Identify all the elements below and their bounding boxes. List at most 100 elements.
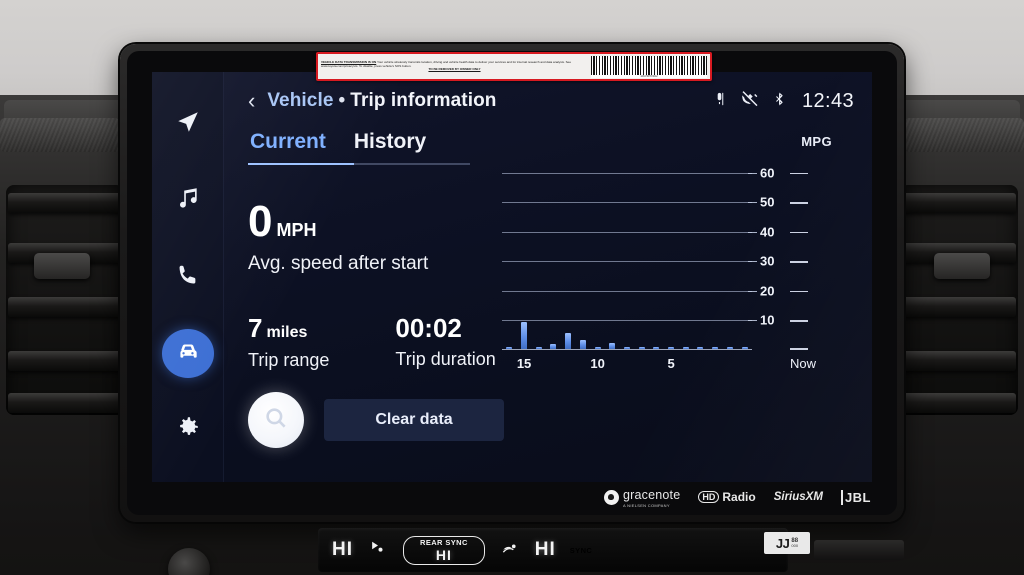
data-transmission-warning-label: VEHICLE DATA TRANSMISSION IS ON Your veh… <box>316 52 712 81</box>
gracenote-logo: gracenote A NIELSEN COMPANY <box>603 486 680 508</box>
chart-bar-slot <box>664 347 679 349</box>
chart-bar <box>668 347 675 349</box>
search-button[interactable] <box>248 392 304 448</box>
breadcrumb: Vehicle • Trip information <box>267 90 496 112</box>
trip-range-label: Trip range <box>248 350 330 370</box>
bluetooth-icon <box>773 90 786 113</box>
warning-text-block: VEHICLE DATA TRANSMISSION IS ON Your veh… <box>321 60 588 73</box>
siriusxm-logo: SiriusXM <box>774 491 823 503</box>
chart-bar <box>653 347 660 349</box>
chart-now-tick <box>790 348 808 350</box>
air-vent-knob-right[interactable] <box>934 253 990 279</box>
siriusxm-label: SiriusXM <box>773 491 823 503</box>
satellite-off-icon <box>740 90 760 113</box>
tab-current[interactable]: Current <box>250 130 326 163</box>
chart-bar-slot <box>708 347 723 349</box>
chart-bar <box>726 347 733 349</box>
chart-x-tick-label: 10 <box>590 356 605 371</box>
avg-speed-unit: MPH <box>276 220 317 240</box>
air-vent-right[interactable] <box>900 185 1018 415</box>
trip-range-value: 7 <box>248 313 263 343</box>
hd-radio-logo: HD Radio <box>698 490 756 504</box>
breadcrumb-primary[interactable]: Vehicle <box>267 90 333 111</box>
screenshot-root: ‹ Vehicle • Trip information 12:43 Curre… <box>0 0 1024 575</box>
air-vent-left[interactable] <box>6 185 124 415</box>
gear-icon <box>175 414 201 445</box>
microphone-muted-icon <box>712 90 727 113</box>
chart-bar-slot <box>531 347 546 349</box>
chart-plot-area <box>502 158 752 350</box>
rear-sync-label: REAR SYNC <box>420 537 468 547</box>
sidebar-item-media[interactable] <box>162 176 214 224</box>
sidebar-item-settings[interactable] <box>162 406 214 454</box>
hd-badge-icon: HD <box>698 491 720 503</box>
chart-x-labels: 15 10 5 <box>502 356 752 374</box>
chart-y-tick-label: 60 <box>760 165 775 181</box>
content-area: ‹ Vehicle • Trip information 12:43 Curre… <box>224 72 872 482</box>
chart-y-tick-label: 40 <box>760 224 775 240</box>
passenger-temp-display: HI <box>534 539 556 560</box>
phone-icon <box>175 262 201 293</box>
air-vent-knob-left[interactable] <box>34 253 90 279</box>
gracenote-sublabel: A NIELSEN COMPANY <box>622 503 670 508</box>
chart-bar-slot <box>590 347 605 349</box>
chart-y-tick-mark <box>748 261 757 263</box>
clear-data-button[interactable]: Clear data <box>324 399 504 441</box>
hvac-control-panel: HI REAR SYNC HI HI SYNC JJ 88 000 <box>318 528 810 572</box>
avg-speed-row: 0 MPH <box>248 200 496 244</box>
jbl-label: JBL <box>840 489 871 505</box>
sidebar-item-vehicle[interactable] <box>161 329 214 378</box>
chart-bar-slot <box>561 333 576 349</box>
sidebar-item-phone[interactable] <box>162 253 214 301</box>
chart-bars <box>502 159 752 349</box>
tab-active-indicator <box>248 163 354 165</box>
chart-bar-slot <box>517 321 532 349</box>
top-bar: ‹ Vehicle • Trip information 12:43 <box>248 86 854 116</box>
dashboard-leather-trim-right <box>904 118 1024 152</box>
back-button[interactable]: ‹ <box>248 90 255 112</box>
airflow-icon <box>499 538 521 563</box>
chart-bar <box>712 347 719 349</box>
chart-bar <box>638 347 645 349</box>
chart-x-axis <box>502 348 752 350</box>
chart-bar-slot <box>723 347 738 349</box>
chart-y-tick-mark <box>748 202 757 204</box>
trip-stats: 0 MPH Avg. speed after start 7 miles Tri… <box>248 200 496 371</box>
fan-direction-icon <box>367 538 389 563</box>
chart-bar-slot <box>678 347 693 349</box>
chart-y-tick-label: 30 <box>760 253 775 269</box>
dashboard-leather-trim-left <box>0 118 120 152</box>
tab-history[interactable]: History <box>354 130 426 163</box>
jj-badge-text: JJ <box>775 535 790 551</box>
chart-y-tick-mark <box>748 320 757 322</box>
chart-bar-slot <box>693 347 708 349</box>
driver-temp-display: HI <box>332 539 353 560</box>
chart-bar <box>697 347 704 349</box>
rear-sync-temp: HI <box>435 546 452 563</box>
chart-bar <box>565 333 572 349</box>
jj-badge-tag: 88 000 <box>791 537 799 549</box>
sidebar-item-navigation[interactable] <box>162 100 214 148</box>
chart-y-tick-label: 10 <box>760 312 775 328</box>
chart-now-label: Now <box>790 356 817 371</box>
jj-badge: JJ 88 000 <box>764 532 810 554</box>
chart-x-tick-label: 15 <box>516 356 532 371</box>
music-note-icon <box>175 185 201 216</box>
avg-speed-label: Avg. speed after start <box>248 253 429 274</box>
tab-bar: Current History <box>248 130 478 165</box>
chart-bar <box>521 321 528 349</box>
chart-bar <box>741 347 748 349</box>
chart-x-tick-label: 5 <box>667 356 675 371</box>
chart-bar <box>579 339 586 349</box>
chart-y-tick-mark-outer <box>790 172 808 175</box>
chart-bar-slot <box>502 347 517 349</box>
chart-bar <box>594 347 601 349</box>
trip-duration-value: 00:02 <box>395 313 462 343</box>
chart-bar <box>682 347 689 349</box>
chart-bar <box>609 343 616 349</box>
chart-y-tick-label: 20 <box>760 283 775 299</box>
action-buttons: Clear data <box>248 392 504 448</box>
chart-y-tick-mark-outer <box>790 320 808 322</box>
barcode: 1234 5678 9012 <box>591 56 707 78</box>
chart-bar-slot <box>576 339 591 349</box>
